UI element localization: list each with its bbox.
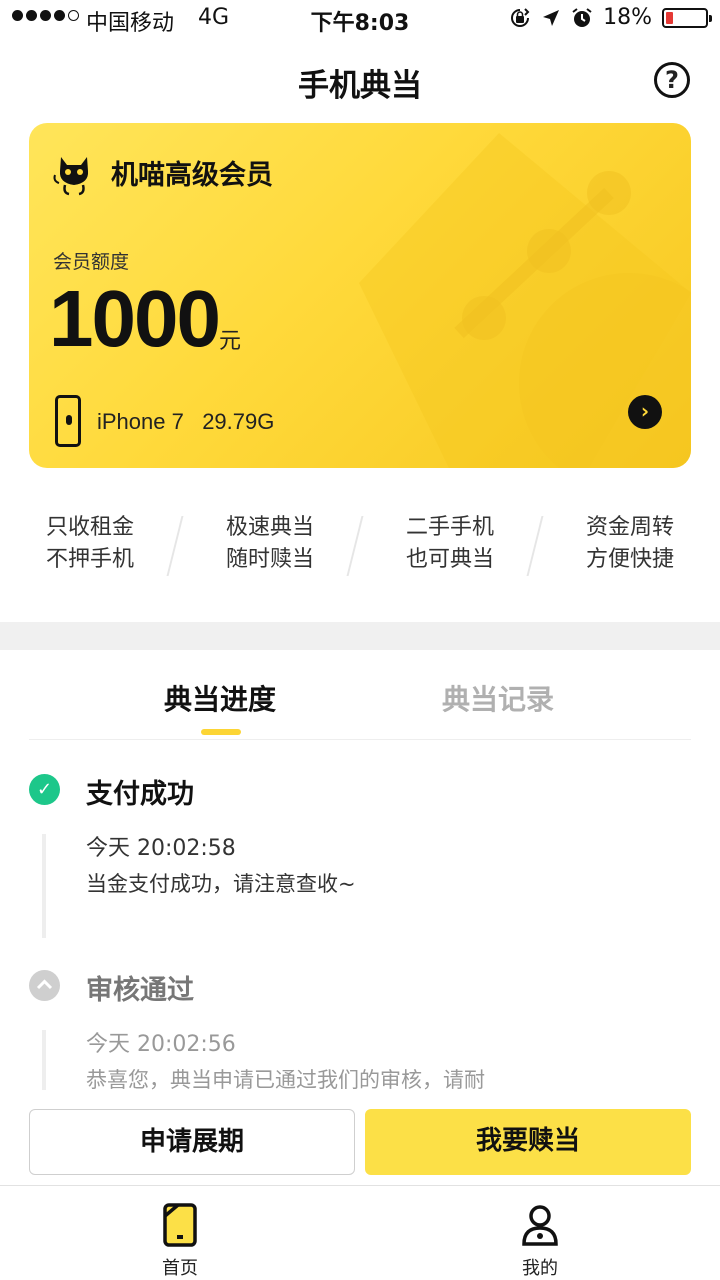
feature-list: 只收租金 不押手机 极速典当 随时赎当 二手手机 也可典当 资金周转 方便快捷: [0, 512, 720, 582]
feature-line: 也可典当: [405, 547, 494, 572]
location-arrow-icon: [543, 9, 560, 26]
tabbar-item-mine[interactable]: 我的: [360, 1186, 720, 1280]
check-circle-icon: ✓: [29, 774, 60, 805]
feature-item: 极速典当 随时赎当: [180, 512, 360, 582]
tabbar-label: 我的: [522, 1258, 558, 1279]
timeline-connector: [42, 834, 46, 938]
tab-active-indicator: [201, 729, 241, 735]
tab-pawn-records[interactable]: 典当记录: [442, 678, 554, 718]
feature-line: 极速典当: [225, 515, 314, 540]
quota-amount: 1000: [49, 274, 221, 363]
membership-card[interactable]: 机喵高级会员 会员额度 1000 元 iPhone 7 29.79G ›: [29, 123, 691, 468]
membership-level: 机喵高级会员: [111, 160, 273, 191]
nav-bar: 手机典当 ?: [0, 48, 720, 112]
help-icon[interactable]: ?: [654, 62, 690, 98]
orientation-lock-icon: [511, 7, 530, 27]
redeem-button[interactable]: 我要赎当: [365, 1109, 691, 1175]
progress-timeline: ✓ 支付成功 今天 20:02:58 当金支付成功，请注意查收~ 审核通过 今天…: [0, 760, 720, 1090]
phone-icon: [55, 395, 81, 447]
timeline-title: 审核通过: [86, 975, 194, 1006]
timeline-title: 支付成功: [86, 779, 194, 810]
quota-unit: 元: [219, 329, 242, 354]
chevron-up-icon: [29, 970, 60, 1001]
feature-line: 资金周转: [585, 515, 674, 540]
timeline-connector: [42, 1030, 46, 1090]
chevron-right-icon[interactable]: ›: [628, 395, 662, 429]
cat-mascot-icon: [53, 157, 89, 196]
tab-pawn-progress[interactable]: 典当进度: [164, 678, 276, 718]
quota-label: 会员额度: [53, 251, 130, 273]
tab-bar-top: 典当进度 典当记录: [29, 650, 691, 740]
alarm-icon: [572, 7, 592, 27]
feature-line: 随时赎当: [225, 547, 314, 572]
timeline-time: 今天 20:02:58: [86, 836, 236, 861]
tabbar-item-home[interactable]: 首页: [0, 1186, 360, 1280]
feature-item: 二手手机 也可典当: [360, 512, 540, 582]
device-info: iPhone 7 29.79G: [97, 409, 275, 434]
battery-icon: [662, 7, 712, 28]
tabbar-label: 首页: [162, 1258, 198, 1279]
status-bar: 中国移动 4G 下午8:03 18%: [0, 0, 720, 40]
timeline-desc: 当金支付成功，请注意查收~: [86, 872, 356, 896]
feature-line: 只收租金: [45, 515, 134, 540]
timeline-desc: 恭喜您，典当申请已通过我们的审核，请耐: [86, 1068, 485, 1090]
phone-home-icon: [163, 1203, 197, 1247]
section-divider: [0, 622, 720, 650]
page-title: 手机典当: [298, 68, 422, 104]
feature-item: 资金周转 方便快捷: [540, 512, 720, 582]
bottom-tab-bar: 首页 我的: [0, 1185, 720, 1280]
feature-line: 不押手机: [45, 547, 134, 572]
feature-line: 方便快捷: [585, 547, 674, 572]
battery-percent: 18%: [603, 5, 652, 30]
extend-button[interactable]: 申请展期: [29, 1109, 355, 1175]
user-icon: [522, 1205, 558, 1246]
feature-item: 只收租金 不押手机: [0, 512, 180, 582]
timeline-time: 今天 20:02:56: [86, 1032, 236, 1057]
feature-line: 二手手机: [405, 515, 494, 540]
